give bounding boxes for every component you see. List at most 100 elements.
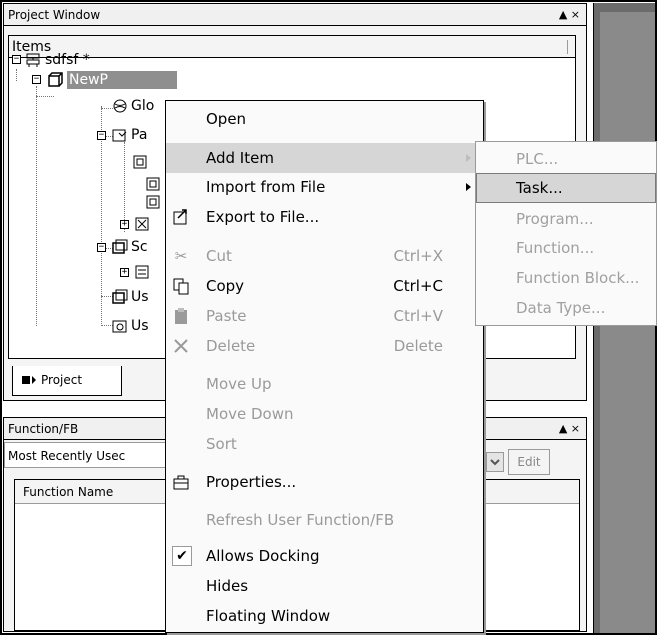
- expand-toggle-parameter[interactable]: +: [120, 220, 129, 229]
- tree-line: [36, 86, 37, 326]
- menu-copy-shortcut: Ctrl+C: [393, 277, 443, 295]
- submenu-task-label: Task...: [516, 179, 563, 197]
- menu-floating-window-label: Floating Window: [206, 607, 331, 625]
- menu-cut-label: Cut: [206, 247, 232, 265]
- menu-item-paste[interactable]: Paste Ctrl+V: [166, 301, 483, 331]
- menu-item-export[interactable]: Export to File...: [166, 202, 483, 232]
- project-node-icon: [48, 72, 63, 87]
- menu-import-label: Import from File: [206, 178, 326, 196]
- function-fb-title: Function/FB: [8, 422, 79, 436]
- checkmark-icon: ✔: [172, 546, 192, 566]
- tree-root-label[interactable]: sdfsf *: [45, 51, 90, 69]
- tree-item-user-datatype[interactable]: Us: [131, 317, 149, 335]
- tree-item-global[interactable]: Glo: [131, 97, 154, 115]
- panel-controls-icon[interactable]: ▲ ×: [559, 4, 580, 26]
- submenu-item-plc[interactable]: PLC...: [476, 144, 656, 174]
- submenu-item-function-block[interactable]: Function Block...: [476, 263, 656, 293]
- parameter-item-icon: [135, 217, 149, 231]
- menu-paste-label: Paste: [206, 307, 247, 325]
- panel-controls-icon[interactable]: ▲ ×: [559, 418, 580, 440]
- scan-program-folder-icon: [112, 239, 128, 254]
- expand-toggle-scan-child[interactable]: +: [120, 268, 129, 277]
- submenu-item-function[interactable]: Function...: [476, 233, 656, 263]
- parameter-item-icon: [146, 195, 160, 209]
- tree-line: [16, 69, 17, 81]
- submenu-arrow-icon: [466, 183, 471, 191]
- user-datatype-icon: [112, 320, 127, 333]
- menu-item-add-item[interactable]: Add Item: [166, 143, 483, 173]
- project-window-title: Project Window: [8, 8, 101, 22]
- parameter-item-icon: [133, 155, 147, 169]
- collapse-toggle-root[interactable]: −: [12, 55, 21, 64]
- project-window-titlebar[interactable]: Project Window ▲ ×: [4, 4, 586, 26]
- menu-delete-label: Delete: [206, 337, 256, 355]
- submenu-item-task[interactable]: Task...: [476, 173, 656, 203]
- submenu-program-label: Program...: [516, 210, 594, 228]
- combo-dropdown-button[interactable]: [486, 452, 504, 472]
- chevron-down-icon: [490, 459, 500, 466]
- program-item-icon: [135, 265, 149, 279]
- tree-line: [36, 96, 54, 97]
- menu-move-up-label: Move Up: [206, 375, 272, 393]
- tree-item-project-selected[interactable]: NewP: [67, 71, 177, 89]
- menu-item-allows-docking[interactable]: ✔ Allows Docking: [166, 541, 483, 571]
- menu-hides-label: Hides: [206, 577, 249, 595]
- menu-item-refresh[interactable]: Refresh User Function/FB: [166, 505, 483, 535]
- parameters-folder-icon: [112, 129, 127, 142]
- menu-item-move-down[interactable]: Move Down: [166, 399, 483, 429]
- menu-item-hides[interactable]: Hides: [166, 571, 483, 601]
- header-separator: [567, 40, 568, 54]
- submenu-function-label: Function...: [516, 239, 595, 257]
- parameter-item-icon: [146, 177, 160, 191]
- menu-item-import[interactable]: Import from File: [166, 172, 483, 202]
- project-root-icon: [26, 53, 40, 67]
- menu-add-item-label: Add Item: [206, 149, 274, 167]
- project-tab-label: Project: [41, 373, 83, 387]
- project-tab-icon: [22, 376, 36, 384]
- collapse-toggle-parameters[interactable]: −: [97, 131, 106, 140]
- collapse-toggle-project[interactable]: −: [32, 75, 41, 84]
- submenu-plc-label: PLC...: [516, 150, 559, 168]
- global-variables-icon: [113, 99, 127, 113]
- tree-item-scan-program[interactable]: Sc: [131, 238, 148, 256]
- items-column-header[interactable]: Items: [9, 36, 575, 58]
- submenu-function-block-label: Function Block...: [516, 269, 640, 287]
- tab-project[interactable]: Project: [12, 366, 122, 396]
- submenu-item-data-type[interactable]: Data Type...: [476, 293, 656, 323]
- menu-open-label: Open: [206, 110, 247, 128]
- user-function-icon: [112, 289, 128, 304]
- menu-item-floating-window[interactable]: Floating Window: [166, 601, 483, 631]
- tree-item-user-function[interactable]: Us: [131, 288, 149, 306]
- menu-delete-shortcut: Delete: [393, 337, 443, 355]
- menu-item-copy[interactable]: Copy Ctrl+C: [166, 271, 483, 301]
- menu-allows-docking-label: Allows Docking: [206, 547, 320, 565]
- menu-properties-label: Properties...: [206, 473, 297, 491]
- menu-sort-label: Sort: [206, 435, 237, 453]
- menu-item-open[interactable]: Open: [166, 104, 483, 134]
- submenu-item-program[interactable]: Program...: [476, 204, 656, 234]
- menu-move-down-label: Move Down: [206, 405, 294, 423]
- scissors-icon: ✂: [174, 247, 188, 265]
- menu-copy-label: Copy: [206, 277, 245, 295]
- delete-x-icon: [174, 339, 188, 353]
- export-icon: [173, 209, 187, 225]
- menu-item-delete[interactable]: Delete Delete: [166, 331, 483, 361]
- paste-icon: [175, 308, 187, 324]
- submenu-data-type-label: Data Type...: [516, 299, 606, 317]
- menu-refresh-label: Refresh User Function/FB: [206, 511, 395, 529]
- collapse-toggle-scan[interactable]: −: [97, 243, 106, 252]
- menu-item-sort[interactable]: Sort: [166, 429, 483, 459]
- tree-item-parameters[interactable]: Pa: [131, 126, 147, 144]
- menu-cut-shortcut: Ctrl+X: [393, 247, 443, 265]
- menu-item-move-up[interactable]: Move Up: [166, 369, 483, 399]
- edit-button[interactable]: Edit: [508, 449, 550, 475]
- menu-paste-shortcut: Ctrl+V: [393, 307, 443, 325]
- menu-export-label: Export to File...: [206, 208, 320, 226]
- properties-icon: [173, 475, 189, 490]
- add-item-submenu: PLC... Task... Program... Function... Fu…: [475, 141, 657, 326]
- submenu-arrow-icon: [466, 154, 471, 162]
- menu-item-properties[interactable]: Properties...: [166, 467, 483, 497]
- recently-used-combo[interactable]: Most Recently Usec: [4, 442, 176, 468]
- menu-item-cut[interactable]: ✂ Cut Ctrl+X: [166, 241, 483, 271]
- context-menu: Open Add Item Import from File Export to…: [165, 100, 484, 633]
